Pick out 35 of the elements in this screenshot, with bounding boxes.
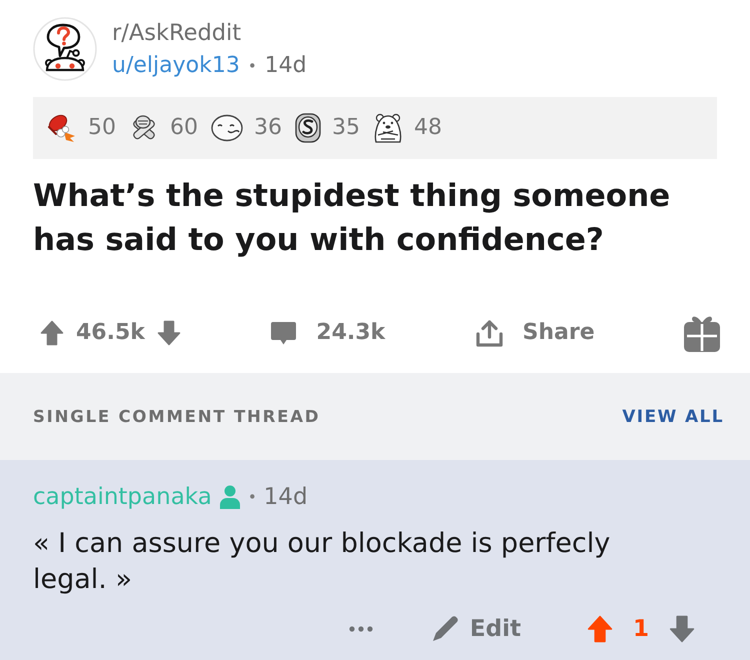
post-age: 14d [264,52,307,80]
person-icon [218,485,241,509]
subreddit-name[interactable]: r/AskReddit [112,18,307,46]
award-count: 35 [332,114,360,142]
view-all-link[interactable]: VIEW ALL [622,406,724,426]
downvote-arrow-icon[interactable] [669,615,695,643]
bear-icon [373,113,403,143]
author-link[interactable]: u/eljayok13 [112,52,240,80]
award-count: 48 [414,114,442,142]
upvote-arrow-icon[interactable] [586,615,613,643]
award-count: 50 [88,114,116,142]
downvote-arrow-icon[interactable] [156,320,181,346]
share-icon [474,318,504,348]
pencil-icon [430,615,459,643]
comment-age: 14d [264,483,308,512]
share-button[interactable]: Share [474,318,595,348]
more-icon[interactable] [348,626,373,632]
comments-button[interactable]: 24.3k [270,319,386,347]
award-count: 60 [170,114,198,142]
post-score: 46.5k [76,319,145,347]
subreddit-icon [33,17,97,81]
rocket-icon [47,113,77,143]
separator-dot: • [248,487,257,508]
comment-body: « I can assure you our blockade is perfecly legal. » [33,527,612,597]
upvote-arrow-icon[interactable] [40,320,64,346]
thread-label: SINGLE COMMENT THREAD [33,407,320,426]
award-count: 36 [254,114,282,142]
edit-button[interactable]: Edit [430,615,521,643]
gift-icon[interactable] [684,314,720,352]
coin-icon [295,113,321,143]
smiling-face-icon [211,114,243,142]
separator-dot: • [248,56,257,76]
post-title: What’s the stupidest thing someone has said to you with confidence? [33,177,672,260]
comment-icon [270,320,298,346]
comment-score: 1 [632,615,649,643]
